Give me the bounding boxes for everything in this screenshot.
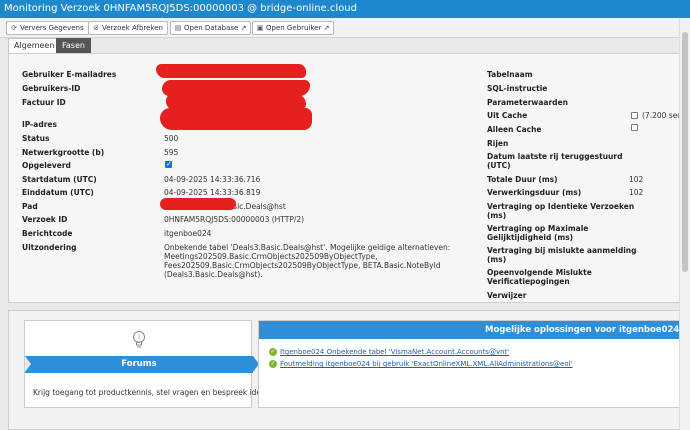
parameter-values-label: Parameterwaarden [487,98,568,107]
forums-title: Forums [25,356,259,373]
delay-max-label-line-2: Gelijktijdigheid (ms) [487,233,574,242]
refresh-button[interactable]: ⟳ Ververs Gegevens [6,21,89,35]
redaction-email [156,64,306,78]
rows-label: Rijen [487,139,509,148]
tab-phases[interactable]: Fasen [56,38,91,53]
start-date-label: Startdatum (UTC) [22,175,97,184]
delay-identical-label-line-2: (ms) [487,211,507,220]
processing-duration-label: Verwerkingsduur (ms) [487,188,582,197]
end-date-label: Einddatum (UTC) [22,188,94,197]
open-database-button[interactable]: ▤ Open Database ↗ [170,21,252,35]
user-icon: ▣ [256,24,264,32]
processing-duration-value: 102 [629,188,644,197]
message-code-value: itgenboe024 [164,229,212,238]
scrollbar-thumb[interactable] [682,32,688,272]
cache-only-checkbox[interactable] [631,124,638,131]
delivered-checkbox[interactable] [165,160,172,169]
external-link-icon: ↗ [240,24,247,32]
delay-max-label-line-1: Vertraging op Maximale [487,224,589,233]
network-size-label: Netwerkgrootte (b) [22,148,105,157]
exception-line-1: Onbekende tabel 'Deals3.Basic.Deals@hst'… [164,243,451,252]
abort-label: Verzoek Afbreken [102,24,163,32]
solution-item[interactable]: ✓ Itgenboe024 Onbekende tabel 'VismaNet.A… [269,348,509,357]
solution-link[interactable]: Foutmelding itgenboe024 bij gebruik 'Exa… [280,360,572,368]
referrer-label: Verwijzer [487,291,527,300]
external-link-icon: ↗ [323,24,330,32]
from-cache-duration: (7.200 sec) [642,111,685,120]
check-circle-icon: ✓ [269,348,277,356]
check-circle-icon: ✓ [269,360,277,368]
delay-identical-label-line-1: Vertraging op Identieke Verzoeken [487,202,635,211]
status-value: 500 [164,134,179,143]
open-user-button[interactable]: ▣ Open Gebruiker ↗ [252,21,335,35]
message-code-label: Berichtcode [22,229,73,238]
vertical-scrollbar[interactable] [679,18,690,430]
exception-line-4: (Deals3.Basic.Deals@hst). [164,270,263,279]
status-label: Status [22,134,50,143]
network-size-value: 595 [164,148,179,157]
forums-card[interactable]: Forums Krijg toegang tot productkennis, … [24,320,277,408]
abort-request-button[interactable]: ⊘ Verzoek Afbreken [88,21,168,35]
email-label: Gebruiker E-mailadres [22,70,117,79]
end-date-value: 04-09-2025 14:33:36.819 [164,188,261,197]
path-label: Pad [22,202,38,211]
possible-solutions-title: Mogelijke oplossingen voor itgenboe024 [259,321,690,339]
refresh-icon: ⟳ [11,24,17,32]
table-name-label: Tabelnaam [487,70,533,79]
last-row-date-label-line-2: (UTC) [487,161,511,170]
stop-icon: ⊘ [93,24,99,32]
open-user-label: Open Gebruiker [266,24,322,32]
total-duration-label: Totale Duur (ms) [487,175,558,184]
exception-label: Uitzondering [22,243,77,252]
exception-line-2: Meetings202509.Basic.CrmObjects202509ByO… [164,252,378,261]
cache-only-label: Alleen Cache [487,125,542,134]
database-icon: ▤ [174,24,182,32]
invoice-id-label: Factuur ID [22,98,66,107]
user-id-label: Gebruikers-ID [22,84,81,93]
solution-item[interactable]: ✓ Foutmelding itgenboe024 bij gebruik 'Ex… [269,360,572,369]
window-title: Monitoring Verzoek 0HNFAM5RQJ5DS:0000000… [0,0,690,18]
last-row-date-label-line-1: Datum laatste rij teruggestuurd [487,152,623,161]
tab-general[interactable]: Algemeen [8,38,61,53]
ip-address-label: IP-adres [22,120,57,129]
redaction-ip-address [160,108,312,130]
from-cache-label: Uit Cache [487,111,528,120]
consecutive-failures-label-line-1: Opeenvolgende Mislukte [487,268,592,277]
toolbar: ⟳ Ververs Gegevens ⊘ Verzoek Afbreken ▤ Ope… [0,18,690,38]
sql-statement-label: SQL-instructie [487,84,548,93]
delay-failed-login-label-line-1: Vertraging bij mislukte aanmelding [487,246,637,255]
total-duration-value: 102 [629,175,644,184]
request-id-value: 0HNFAM5RQJ5DS:00000003 (HTTP/2) [164,215,305,224]
delay-failed-login-label-line-2: (ms) [487,255,507,264]
from-cache-checkbox[interactable] [631,112,638,119]
open-database-label: Open Database [184,24,239,32]
redaction-path [160,198,236,210]
possible-solutions-card: Mogelijke oplossingen voor itgenboe024 ✓… [258,320,690,408]
exception-line-3: Fees202509.Basic.CrmObjects202509ByObjec… [164,261,441,270]
lightbulb-icon [133,331,145,348]
solution-link[interactable]: Itgenboe024 Onbekende tabel 'VismaNet.Ac… [280,348,509,356]
forums-description: Krijg toegang tot productkennis, stel vr… [33,388,278,397]
delivered-label: Opgeleverd [22,161,71,170]
consecutive-failures-label-line-2: Verificatiepogingen [487,277,570,286]
refresh-label: Ververs Gegevens [20,24,84,32]
start-date-value: 04-09-2025 14:33:36.716 [164,175,261,184]
request-id-label: Verzoek ID [22,215,68,224]
